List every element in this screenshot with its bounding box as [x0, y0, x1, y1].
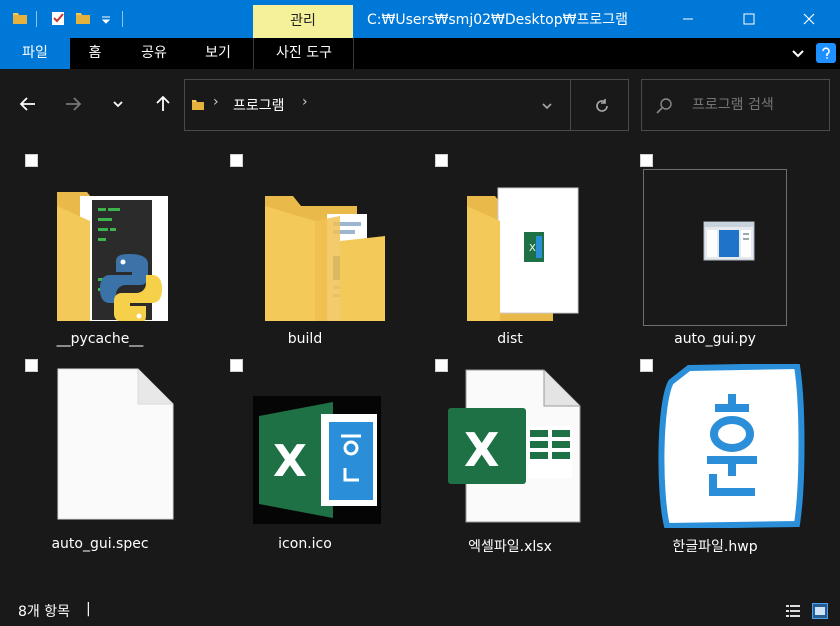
- file-name[interactable]: auto_gui.spec: [0, 536, 200, 552]
- file-name[interactable]: __pycache__: [0, 331, 200, 347]
- item-checkbox[interactable]: [25, 359, 38, 372]
- file-name[interactable]: build: [205, 331, 405, 347]
- arrow-up-icon: [156, 95, 170, 111]
- document-folder-icon: [265, 196, 385, 321]
- back-button[interactable]: [15, 91, 41, 117]
- arrow-left-icon: [19, 97, 35, 111]
- quick-access-separator: [36, 11, 37, 27]
- tab-file[interactable]: 파일: [0, 38, 70, 69]
- address-divider: [570, 80, 571, 130]
- folder-icon: [13, 13, 27, 24]
- chevron-down-icon: [113, 101, 123, 108]
- maximize-icon: [743, 13, 755, 25]
- file-item[interactable]: __pycache__: [0, 141, 200, 347]
- close-icon: [803, 13, 815, 25]
- maximize-button[interactable]: [726, 0, 772, 38]
- ribbon-tabs: 파일 홈 공유 보기 사진 도구: [0, 38, 840, 69]
- minimize-icon: [683, 18, 693, 20]
- file-item[interactable]: X icon.ico: [205, 346, 405, 552]
- svg-text:X: X: [273, 436, 307, 487]
- file-name[interactable]: 엑셀파일.xlsx: [410, 536, 610, 556]
- navigation-bar: › 프로그램 ›: [0, 69, 840, 141]
- window-title: C:₩Users₩smj02₩Desktop₩프로그램: [367, 12, 628, 28]
- file-name[interactable]: dist: [410, 331, 610, 347]
- item-checkbox[interactable]: [640, 154, 653, 167]
- python-folder-icon: [57, 192, 168, 321]
- help-button[interactable]: [816, 43, 836, 63]
- blank-file-icon: [57, 368, 174, 520]
- help-icon: [822, 47, 830, 59]
- item-checkbox[interactable]: [230, 359, 243, 372]
- quick-access-separator: [122, 11, 123, 27]
- status-separator: |: [86, 601, 91, 617]
- file-item[interactable]: 한글파일.hwp: [615, 346, 815, 555]
- minimize-button[interactable]: [665, 0, 711, 38]
- item-checkbox[interactable]: [25, 154, 38, 167]
- item-checkbox[interactable]: [435, 154, 448, 167]
- file-name[interactable]: auto_gui.py: [615, 331, 815, 347]
- file-item[interactable]: X dist: [410, 141, 610, 347]
- forward-button[interactable]: [60, 91, 86, 117]
- customize-quick-access-icon[interactable]: [98, 10, 114, 26]
- up-button[interactable]: [150, 91, 176, 117]
- item-checkbox[interactable]: [640, 359, 653, 372]
- chevron-down-icon[interactable]: [541, 100, 553, 112]
- tab-home[interactable]: 홈: [70, 38, 120, 69]
- close-button[interactable]: [786, 0, 832, 38]
- properties-icon[interactable]: [50, 10, 66, 26]
- expand-ribbon-icon[interactable]: [791, 47, 805, 61]
- refresh-icon[interactable]: [593, 97, 611, 115]
- file-name[interactable]: icon.ico: [205, 536, 405, 552]
- window-app-icon: [703, 221, 755, 261]
- breadcrumb-separator[interactable]: ›: [302, 94, 308, 110]
- recent-locations-button[interactable]: [105, 91, 131, 117]
- svg-text:X: X: [529, 243, 536, 254]
- large-icons-view-icon[interactable]: [812, 603, 828, 619]
- file-item[interactable]: auto_gui.py: [615, 141, 815, 347]
- item-count: 8개 항목: [18, 604, 70, 620]
- breadcrumb-current[interactable]: 프로그램: [233, 95, 285, 115]
- ribbon-separator: [353, 38, 354, 69]
- file-item[interactable]: X 엑셀파일.xlsx: [410, 346, 610, 555]
- excel-file-icon: X: [448, 369, 581, 523]
- tab-view[interactable]: 보기: [190, 38, 246, 69]
- status-bar: 8개 항목 |: [0, 597, 840, 626]
- address-bar[interactable]: › 프로그램 ›: [184, 79, 629, 131]
- item-checkbox[interactable]: [230, 154, 243, 167]
- tab-picture-tools[interactable]: 사진 도구: [254, 38, 354, 69]
- search-icon: [656, 98, 672, 114]
- arrow-right-icon: [66, 97, 82, 111]
- tab-share[interactable]: 공유: [124, 38, 184, 69]
- hwp-file-icon: [658, 364, 805, 528]
- app-folder-icon: X: [467, 187, 579, 321]
- ico-file-icon: X: [253, 396, 381, 524]
- title-bar: 관리 C:₩Users₩smj02₩Desktop₩프로그램: [0, 0, 840, 38]
- search-input[interactable]: [692, 94, 822, 116]
- tab-manage[interactable]: 관리: [253, 5, 353, 38]
- svg-text:X: X: [464, 423, 499, 477]
- breadcrumb-separator[interactable]: ›: [213, 94, 219, 110]
- search-box[interactable]: [641, 79, 830, 131]
- new-folder-icon[interactable]: [75, 10, 91, 26]
- file-name[interactable]: 한글파일.hwp: [615, 536, 815, 556]
- file-item[interactable]: build: [205, 141, 405, 347]
- folder-icon: [192, 100, 204, 110]
- file-item[interactable]: auto_gui.spec: [0, 346, 200, 552]
- file-view: __pycache__ build X dist auto_gui.py aut…: [0, 141, 840, 597]
- details-view-icon[interactable]: [785, 603, 801, 619]
